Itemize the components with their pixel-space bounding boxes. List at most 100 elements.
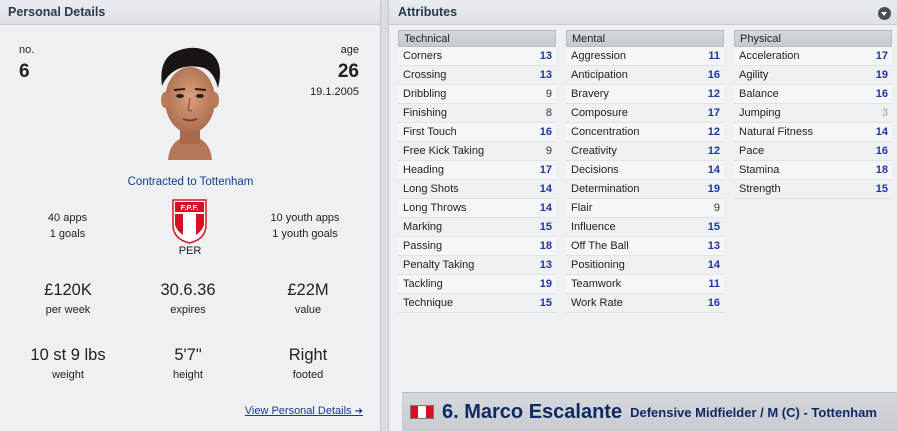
height-label: height xyxy=(173,369,203,381)
contract-text: Contracted to Tottenham xyxy=(127,176,254,188)
attribute-value: 13 xyxy=(539,259,552,271)
attribute-name: Decisions xyxy=(571,164,619,176)
personal-details-header: Personal Details xyxy=(0,0,380,25)
attribute-name: Off The Ball xyxy=(571,240,629,252)
attribute-name: Crossing xyxy=(403,69,447,81)
expires-label: expires xyxy=(170,304,206,316)
arrow-right-icon: ➜ xyxy=(354,406,363,417)
technical-attribute-row: Free Kick Taking 9 xyxy=(398,142,556,161)
height-value: 5'7" xyxy=(174,346,202,364)
physical-attribute-row: Stamina 18 xyxy=(734,161,892,180)
mental-attribute-row: Teamwork 11 xyxy=(566,275,724,294)
number-label: no. xyxy=(19,44,35,56)
attributes-panel: Attributes Technical Corners 13 Crossing 13… xyxy=(388,0,897,431)
mental-attribute-row: Off The Ball 13 xyxy=(566,237,724,256)
attribute-value: 13 xyxy=(539,69,552,81)
height-block: 5'7" height xyxy=(138,346,238,381)
technical-attribute-row: Technique 15 xyxy=(398,294,556,313)
technical-header: Technical xyxy=(398,30,556,47)
physical-attribute-row: Jumping 3 xyxy=(734,104,892,123)
view-personal-details-link[interactable]: View Personal Details ➜ xyxy=(245,405,363,417)
technical-attribute-row: Dribbling 9 xyxy=(398,85,556,104)
physical-column: Physical Acceleration 17 Agility 19 Balance 1… xyxy=(734,30,892,199)
attribute-value: 16 xyxy=(539,126,552,138)
wage-label: per week xyxy=(45,304,91,316)
attribute-name: First Touch xyxy=(403,126,457,138)
technical-attribute-row: Penalty Taking 13 xyxy=(398,256,556,275)
attribute-value: 14 xyxy=(539,183,552,195)
footed-label: footed xyxy=(292,369,324,381)
technical-attribute-row: Finishing 8 xyxy=(398,104,556,123)
physical-header: Physical xyxy=(734,30,892,47)
chevron-down-icon[interactable] xyxy=(878,7,891,20)
attribute-name: Acceleration xyxy=(739,50,800,62)
attribute-name: Natural Fitness xyxy=(739,126,813,138)
attribute-value: 11 xyxy=(708,50,720,62)
attribute-value: 19 xyxy=(875,69,888,81)
youth-apps-count: 10 youth apps xyxy=(270,212,340,224)
physical-attribute-row: Pace 16 xyxy=(734,142,892,161)
attribute-value: 17 xyxy=(707,107,720,119)
attribute-name: Composure xyxy=(571,107,628,119)
attribute-name: Stamina xyxy=(739,164,780,176)
mental-attribute-row: Creativity 12 xyxy=(566,142,724,161)
attribute-value: 12 xyxy=(707,88,720,100)
attribute-name: Influence xyxy=(571,221,616,233)
attribute-value: 16 xyxy=(707,69,720,81)
attribute-name: Concentration xyxy=(571,126,640,138)
apps-count: 40 apps xyxy=(47,212,88,224)
technical-attribute-row: Long Shots 14 xyxy=(398,180,556,199)
attribute-name: Aggression xyxy=(571,50,627,62)
peru-flag-icon xyxy=(410,405,434,419)
technical-attribute-row: First Touch 16 xyxy=(398,123,556,142)
physical-attribute-row: Acceleration 17 xyxy=(734,47,892,66)
attribute-name: Pace xyxy=(739,145,765,157)
footed-value: Right xyxy=(288,346,328,364)
attribute-value: 19 xyxy=(539,278,552,290)
view-personal-details-label: View Personal Details xyxy=(244,405,352,417)
attribute-name: Tackling xyxy=(403,278,443,290)
attribute-value: 8 xyxy=(545,107,552,119)
squad-number: 6 xyxy=(19,61,30,82)
attribute-value: 14 xyxy=(875,126,888,138)
youth-goals-count: 1 youth goals xyxy=(272,228,338,240)
attribute-name: Anticipation xyxy=(571,69,628,81)
attribute-value: 3 xyxy=(881,107,888,119)
attribute-value: 17 xyxy=(875,50,888,62)
technical-attribute-row: Corners 13 xyxy=(398,47,556,66)
technical-attribute-row: Heading 17 xyxy=(398,161,556,180)
attribute-value: 17 xyxy=(539,164,552,176)
player-name[interactable]: 6. Marco Escalante xyxy=(442,401,622,424)
attribute-name: Dribbling xyxy=(403,88,447,100)
wage-block: £120K per week xyxy=(18,281,118,316)
technical-attribute-row: Passing 18 xyxy=(398,237,556,256)
attribute-value: 15 xyxy=(539,297,552,309)
attribute-value: 9 xyxy=(545,88,552,100)
mental-attribute-row: Work Rate 16 xyxy=(566,294,724,313)
technical-column: Technical Corners 13 Crossing 13 Dribbling 9 F… xyxy=(398,30,556,313)
attribute-name: Strength xyxy=(739,183,781,195)
birth-date: 19.1.2005 xyxy=(310,86,359,98)
player-name-bar: 6. Marco Escalante Defensive Midfielder … xyxy=(402,392,897,431)
technical-attribute-row: Tackling 19 xyxy=(398,275,556,294)
mental-attribute-row: Positioning 14 xyxy=(566,256,724,275)
attribute-name: Heading xyxy=(403,164,444,176)
contract-expiry: 30.6.36 xyxy=(160,281,216,299)
age-label: age xyxy=(340,44,359,56)
attribute-value: 16 xyxy=(707,297,720,309)
attribute-value: 9 xyxy=(545,145,552,157)
attribute-value: 12 xyxy=(707,126,720,138)
attribute-name: Balance xyxy=(739,88,779,100)
attribute-value: 11 xyxy=(708,278,720,290)
attribute-name: Creativity xyxy=(571,145,617,157)
weight-block: 10 st 9 lbs weight xyxy=(18,346,118,381)
mental-attribute-row: Aggression 11 xyxy=(566,47,724,66)
attribute-value: 18 xyxy=(539,240,552,252)
attribute-name: Teamwork xyxy=(571,278,622,290)
attribute-value: 15 xyxy=(707,221,720,233)
player-face-image xyxy=(161,47,220,160)
mental-attribute-row: Anticipation 16 xyxy=(566,66,724,85)
goals-count: 1 goals xyxy=(49,228,86,240)
attribute-value: 14 xyxy=(539,202,552,214)
value-label: value xyxy=(294,304,322,316)
